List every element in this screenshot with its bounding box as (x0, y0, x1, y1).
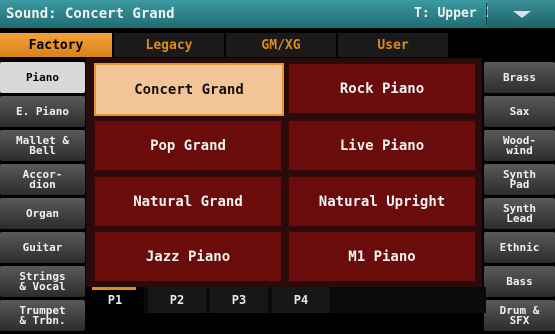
left-category-column: Piano E. Piano Mallet & Bell Accor- dion… (0, 62, 85, 334)
category-piano[interactable]: Piano (0, 62, 85, 93)
sound-m1-piano[interactable]: M1 Piano (288, 231, 476, 282)
track-label: T: Upper 1 (414, 6, 493, 21)
page-tab-p3[interactable]: P3 (210, 287, 268, 313)
category-brass[interactable]: Brass (484, 62, 555, 93)
sound-name-label: Sound: Concert Grand (6, 6, 175, 22)
category-synth-pad[interactable]: Synth Pad (484, 164, 555, 195)
sound-rock-piano[interactable]: Rock Piano (288, 63, 476, 114)
page-tabs: P1 P2 P3 P4 (86, 287, 486, 313)
tab-legacy[interactable]: Legacy (114, 33, 224, 57)
tab-factory[interactable]: Factory (0, 33, 112, 57)
category-woodwind[interactable]: Wood- wind (484, 130, 555, 161)
category-guitar[interactable]: Guitar (0, 232, 85, 263)
tab-gmxg[interactable]: GM/XG (226, 33, 336, 57)
category-bass[interactable]: Bass (484, 266, 555, 297)
title-bar: Sound: Concert Grand T: Upper 1 (0, 0, 555, 28)
category-drum-sfx[interactable]: Drum & SFX (484, 300, 555, 331)
triangle-down-icon (512, 10, 531, 18)
category-organ[interactable]: Organ (0, 198, 85, 229)
title-divider (486, 3, 487, 25)
category-synth-lead[interactable]: Synth Lead (484, 198, 555, 229)
page-tab-p2[interactable]: P2 (148, 287, 206, 313)
right-category-column: Brass Sax Wood- wind Synth Pad Synth Lea… (484, 62, 555, 334)
page-tab-p4[interactable]: P4 (272, 287, 330, 313)
category-mallet-bell[interactable]: Mallet & Bell (0, 130, 85, 161)
bank-tabs: Factory Legacy GM/XG User (0, 33, 485, 57)
sound-natural-grand[interactable]: Natural Grand (94, 176, 282, 227)
sound-natural-upright[interactable]: Natural Upright (288, 176, 476, 227)
sound-grid: Concert Grand Rock Piano Pop Grand Live … (86, 58, 482, 294)
category-e-piano[interactable]: E. Piano (0, 96, 85, 127)
category-trumpet-trombone[interactable]: Trumpet & Trbn. (0, 300, 85, 331)
sound-jazz-piano[interactable]: Jazz Piano (94, 231, 282, 282)
category-strings-vocal[interactable]: Strings & Vocal (0, 266, 85, 297)
sound-concert-grand[interactable]: Concert Grand (94, 63, 284, 116)
tab-user[interactable]: User (338, 33, 448, 57)
sound-pop-grand[interactable]: Pop Grand (94, 120, 282, 171)
category-ethnic[interactable]: Ethnic (484, 232, 555, 263)
category-accordion[interactable]: Accor- dion (0, 164, 85, 195)
page-tab-p1[interactable]: P1 (86, 287, 144, 313)
sound-live-piano[interactable]: Live Piano (288, 120, 476, 171)
page-menu-button[interactable] (488, 0, 555, 28)
category-sax[interactable]: Sax (484, 96, 555, 127)
